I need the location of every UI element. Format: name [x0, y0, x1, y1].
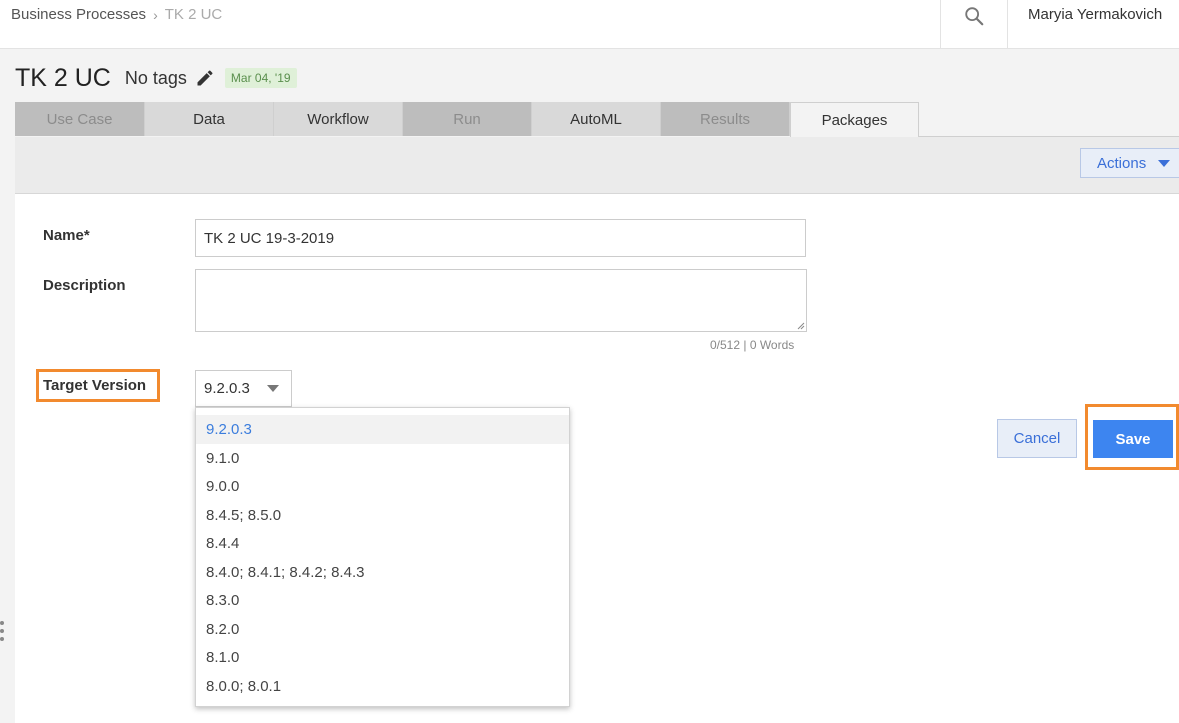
version-option[interactable]: 9.1.0: [196, 444, 569, 473]
target-version-dropdown: 9.2.0.3 9.1.0 9.0.0 8.4.5; 8.5.0 8.4.4 8…: [195, 407, 570, 707]
resize-handle-icon[interactable]: [797, 322, 805, 330]
name-label: Name*: [43, 227, 90, 244]
tab-workflow[interactable]: Workflow: [274, 102, 403, 136]
date-badge: Mar 04, '19: [224, 68, 297, 88]
version-option[interactable]: 8.2.0: [196, 615, 569, 644]
name-field[interactable]: TK 2 UC 19-3-2019: [195, 219, 806, 257]
tab-bar: Use Case Data Workflow Run AutoML Result…: [15, 102, 919, 137]
version-option[interactable]: 8.4.0; 8.4.1; 8.4.2; 8.4.3: [196, 558, 569, 587]
search-button[interactable]: [940, 0, 1008, 48]
actions-bar: Actions: [15, 137, 1179, 194]
caret-down-icon: [267, 385, 279, 392]
actions-button[interactable]: Actions: [1080, 148, 1179, 178]
breadcrumb-root[interactable]: Business Processes: [11, 6, 146, 23]
tab-results[interactable]: Results: [661, 102, 790, 136]
tab-automl[interactable]: AutoML: [532, 102, 661, 136]
version-option[interactable]: 8.4.5; 8.5.0: [196, 501, 569, 530]
chevron-right-icon: ›: [153, 6, 158, 23]
pencil-icon[interactable]: [195, 68, 215, 88]
target-version-value: 9.2.0.3: [204, 380, 250, 397]
caret-down-icon: [1158, 159, 1171, 167]
version-option[interactable]: 9.2.0.3: [196, 415, 569, 444]
top-bar: Business Processes › TK 2 UC Maryia Yerm…: [0, 0, 1179, 49]
tab-use-case[interactable]: Use Case: [15, 102, 145, 136]
description-label: Description: [43, 277, 126, 294]
description-field[interactable]: [195, 269, 807, 332]
version-option[interactable]: 8.1.0: [196, 643, 569, 672]
tab-run[interactable]: Run: [403, 102, 532, 136]
version-option[interactable]: 8.0.0; 8.0.1: [196, 672, 569, 701]
version-option[interactable]: 8.3.0: [196, 586, 569, 615]
version-option[interactable]: 9.0.0: [196, 472, 569, 501]
user-name[interactable]: Maryia Yermakovich: [1028, 6, 1162, 23]
tab-packages[interactable]: Packages: [790, 102, 919, 137]
drag-handle-icon[interactable]: [0, 621, 5, 645]
target-version-select[interactable]: 9.2.0.3: [195, 370, 292, 407]
version-option[interactable]: 8.4.4: [196, 529, 569, 558]
tab-data[interactable]: Data: [145, 102, 274, 136]
breadcrumb: Business Processes › TK 2 UC: [11, 6, 222, 23]
save-button[interactable]: Save: [1093, 420, 1173, 458]
cancel-button[interactable]: Cancel: [997, 419, 1077, 458]
title-row: TK 2 UC No tags Mar 04, '19: [15, 62, 297, 94]
page-title: TK 2 UC: [15, 63, 111, 92]
tags-label: No tags: [124, 67, 187, 88]
actions-label: Actions: [1097, 154, 1147, 172]
target-version-label: Target Version: [43, 377, 147, 394]
breadcrumb-current: TK 2 UC: [164, 6, 223, 23]
search-icon: [965, 7, 984, 26]
name-value: TK 2 UC 19-3-2019: [204, 229, 335, 247]
description-counter: 0/512 | 0 Words: [710, 338, 795, 352]
